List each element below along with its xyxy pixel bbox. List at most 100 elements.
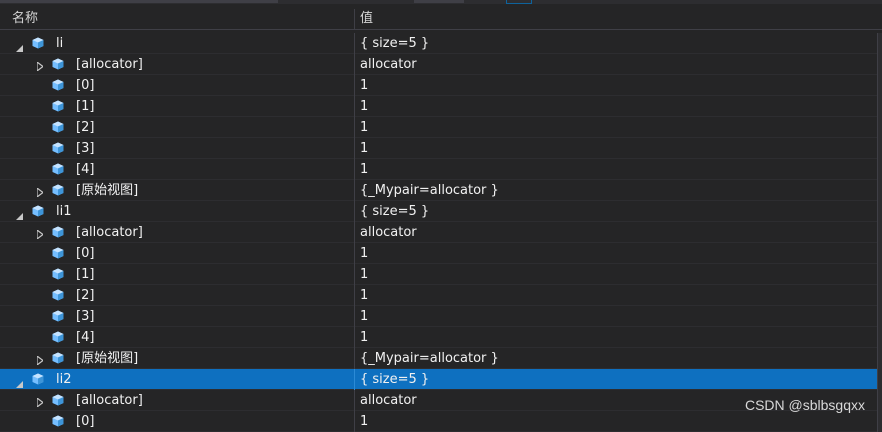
object-cube-icon: [52, 415, 64, 427]
row-name-cell[interactable]: [allocator]: [0, 54, 354, 74]
row-right-edge: [877, 201, 882, 222]
row-value-cell[interactable]: allocator: [355, 222, 877, 242]
row-name-cell[interactable]: [4]: [0, 327, 354, 347]
row-right-edge: [877, 306, 882, 327]
row-name-cell[interactable]: li1: [0, 201, 354, 221]
row-value-cell[interactable]: 1: [355, 75, 877, 95]
row-name-label: li2: [56, 372, 72, 387]
watch-row[interactable]: [3] 1: [0, 306, 882, 327]
row-right-edge: [877, 285, 882, 306]
object-cube-icon: [52, 79, 64, 91]
toolbar-toggle-button[interactable]: [506, 0, 532, 4]
object-cube-icon: [52, 247, 64, 259]
row-right-edge: [877, 180, 882, 201]
row-name-cell[interactable]: [2]: [0, 117, 354, 137]
row-name-cell[interactable]: [allocator]: [0, 390, 354, 410]
row-name-label: [0]: [76, 78, 95, 93]
row-value-cell[interactable]: 1: [355, 96, 877, 116]
row-right-edge: [877, 348, 882, 369]
row-name-cell[interactable]: [原始视图]: [0, 180, 354, 200]
object-cube-icon: [52, 289, 64, 301]
watch-row[interactable]: li2 { size=5 }: [0, 369, 882, 390]
row-name-label: [3]: [76, 141, 95, 156]
row-right-edge: [877, 54, 882, 75]
watch-row[interactable]: [allocator] allocator: [0, 54, 882, 75]
row-value-cell[interactable]: 1: [355, 138, 877, 158]
row-name-cell[interactable]: li: [0, 33, 354, 53]
object-cube-icon: [52, 184, 64, 196]
watch-row[interactable]: [1] 1: [0, 96, 882, 117]
row-name-cell[interactable]: [3]: [0, 306, 354, 326]
object-cube-icon: [52, 58, 64, 70]
object-cube-icon: [32, 373, 44, 385]
column-header-value[interactable]: 值: [360, 9, 373, 29]
column-header-name[interactable]: 名称: [12, 9, 38, 29]
row-name-cell[interactable]: [0]: [0, 243, 354, 263]
row-value-cell[interactable]: 1: [355, 264, 877, 284]
triangle-down-icon[interactable]: [16, 209, 25, 220]
watch-row[interactable]: [原始视图] {_Mypair=allocator }: [0, 348, 882, 369]
row-name-label: [1]: [76, 99, 95, 114]
watch-row[interactable]: li { size=5 }: [0, 33, 882, 54]
column-splitter[interactable]: [354, 9, 355, 29]
row-value-cell[interactable]: { size=5 }: [355, 369, 877, 389]
watch-row[interactable]: [allocator] allocator: [0, 222, 882, 243]
row-right-edge: [877, 117, 882, 138]
row-right-edge: [877, 327, 882, 348]
row-name-cell[interactable]: [0]: [0, 411, 354, 431]
row-name-label: [3]: [76, 309, 95, 324]
row-name-cell[interactable]: [4]: [0, 159, 354, 179]
watch-toolbar: [0, 0, 882, 4]
watch-grid: li { size=5 } [allocator] allocator [0] 1 [1] 1…: [0, 33, 882, 432]
watch-row[interactable]: [0] 1: [0, 75, 882, 96]
row-name-cell[interactable]: li2: [0, 369, 354, 389]
triangle-right-icon[interactable]: [36, 186, 46, 199]
watch-row[interactable]: [0] 1: [0, 243, 882, 264]
row-name-cell[interactable]: [原始视图]: [0, 348, 354, 368]
triangle-down-icon[interactable]: [16, 41, 25, 52]
row-right-edge: [877, 243, 882, 264]
search-depth-edge[interactable]: [414, 0, 464, 3]
watch-row[interactable]: [3] 1: [0, 138, 882, 159]
row-value-cell[interactable]: 1: [355, 327, 877, 347]
watch-row[interactable]: [2] 1: [0, 285, 882, 306]
row-name-cell[interactable]: [1]: [0, 264, 354, 284]
row-value-cell[interactable]: 1: [355, 306, 877, 326]
watch-row[interactable]: [1] 1: [0, 264, 882, 285]
row-name-cell[interactable]: [3]: [0, 138, 354, 158]
triangle-right-icon[interactable]: [36, 60, 46, 73]
row-name-cell[interactable]: [allocator]: [0, 222, 354, 242]
row-value-cell[interactable]: allocator: [355, 54, 877, 74]
triangle-right-icon[interactable]: [36, 396, 46, 409]
watch-row[interactable]: [原始视图] {_Mypair=allocator }: [0, 180, 882, 201]
row-value-cell[interactable]: 1: [355, 285, 877, 305]
watch-row[interactable]: [0] 1: [0, 411, 882, 432]
row-value-cell[interactable]: { size=5 }: [355, 201, 877, 221]
object-cube-icon: [52, 394, 64, 406]
row-name-cell[interactable]: [2]: [0, 285, 354, 305]
row-name-cell[interactable]: [0]: [0, 75, 354, 95]
triangle-right-icon[interactable]: [36, 354, 46, 367]
row-right-edge: [877, 96, 882, 117]
row-value-cell[interactable]: 1: [355, 411, 877, 431]
object-cube-icon: [52, 163, 64, 175]
watch-row[interactable]: [2] 1: [0, 117, 882, 138]
row-value-cell[interactable]: {_Mypair=allocator }: [355, 180, 877, 200]
row-value-cell[interactable]: 1: [355, 159, 877, 179]
search-box-edge[interactable]: [0, 0, 278, 3]
triangle-down-icon[interactable]: [16, 377, 25, 388]
row-value-cell[interactable]: 1: [355, 243, 877, 263]
watch-row[interactable]: [4] 1: [0, 159, 882, 180]
row-value-cell[interactable]: 1: [355, 117, 877, 137]
object-cube-icon: [52, 352, 64, 364]
watch-row[interactable]: [4] 1: [0, 327, 882, 348]
watch-row[interactable]: li1 { size=5 }: [0, 201, 882, 222]
row-name-label: [1]: [76, 267, 95, 282]
triangle-right-icon[interactable]: [36, 228, 46, 241]
row-right-edge: [877, 369, 882, 390]
row-name-label: li: [56, 36, 64, 51]
row-value-cell[interactable]: { size=5 }: [355, 33, 877, 53]
row-name-cell[interactable]: [1]: [0, 96, 354, 116]
row-value-cell[interactable]: {_Mypair=allocator }: [355, 348, 877, 368]
row-right-edge: [877, 411, 882, 432]
